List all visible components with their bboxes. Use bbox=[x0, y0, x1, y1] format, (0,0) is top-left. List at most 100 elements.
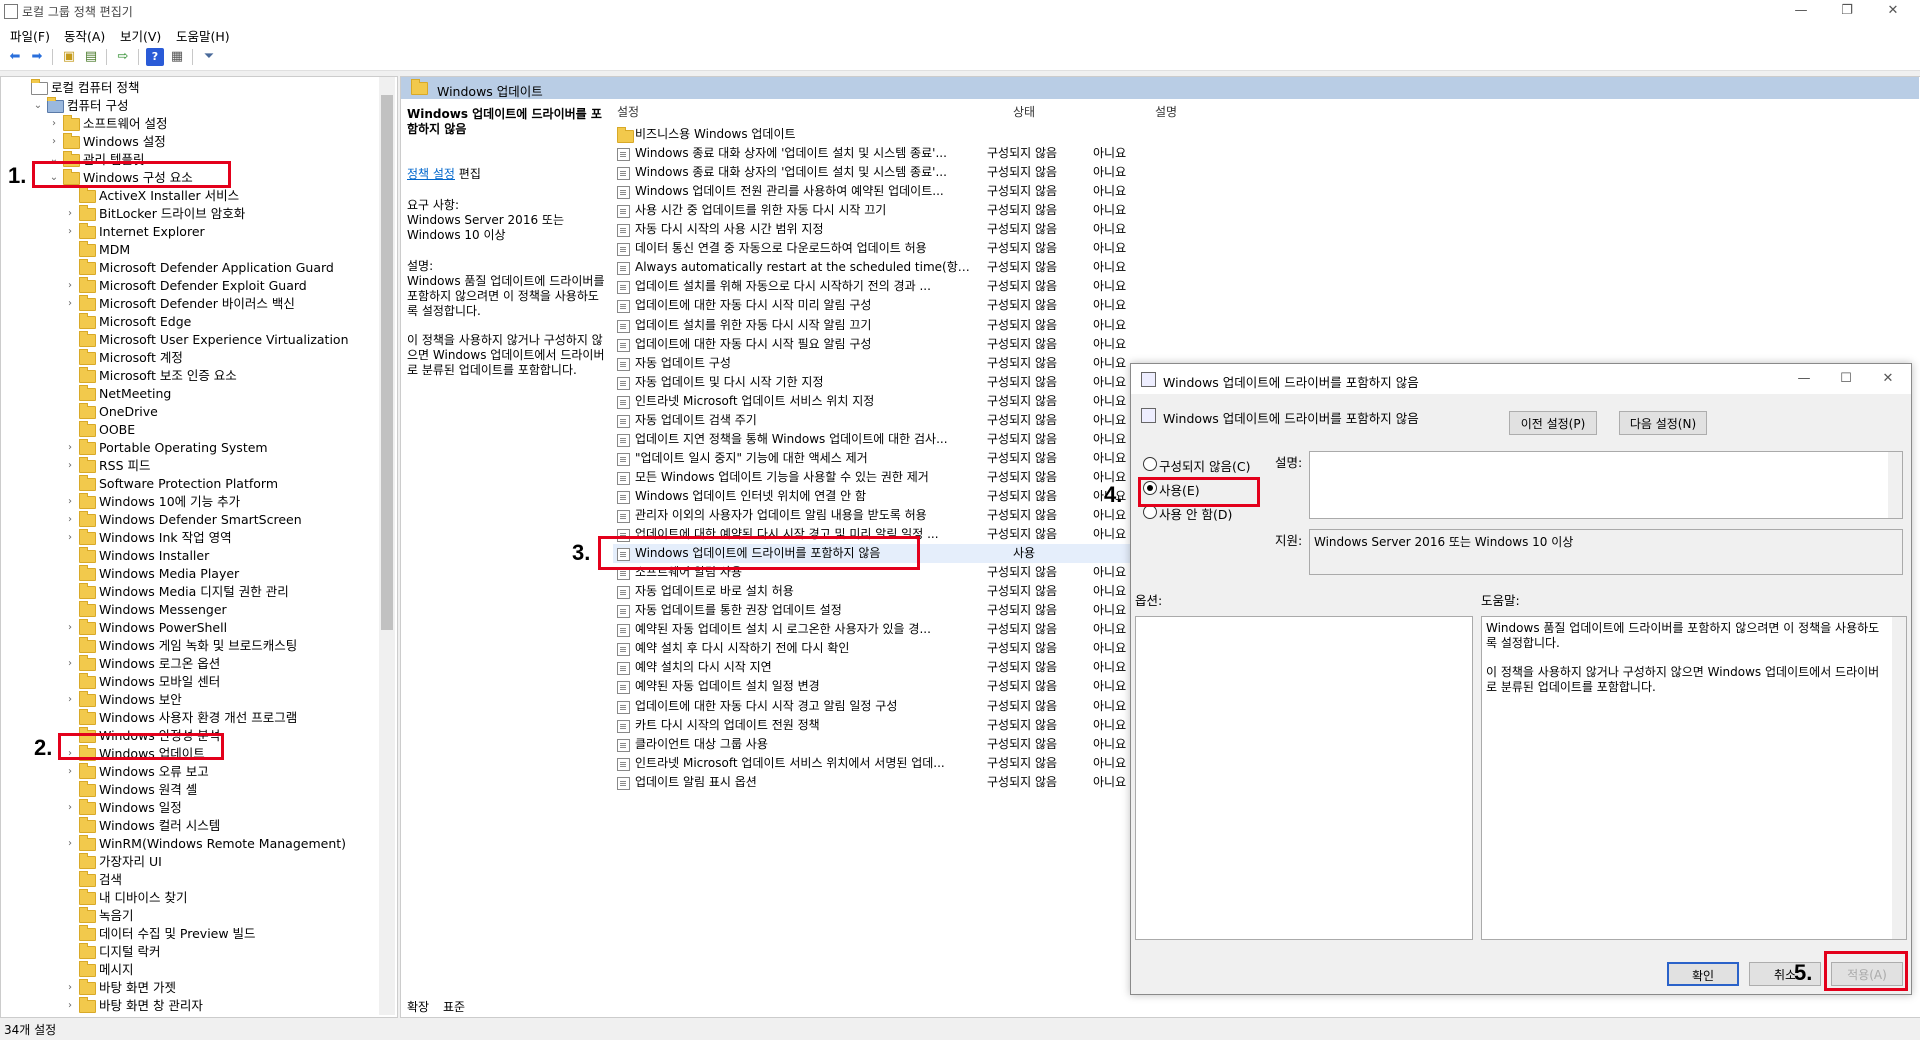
menu-action[interactable]: 동작(A) bbox=[64, 26, 105, 45]
tab-extended[interactable]: 확장 bbox=[407, 998, 429, 1015]
prev-setting-button[interactable]: 이전 설정(P) bbox=[1509, 411, 1597, 435]
tree-item-label: Windows 오류 보고 bbox=[99, 764, 209, 779]
expand-chevron-icon[interactable]: › bbox=[65, 205, 75, 223]
policy-row[interactable]: 자동 다시 시작의 사용 시간 범위 지정 구성되지 않음 아니요 bbox=[613, 220, 1713, 239]
expand-chevron-icon[interactable]: › bbox=[65, 529, 75, 547]
policy-comment: 아니요 bbox=[1093, 393, 1127, 408]
policy-state: 구성되지 않음 bbox=[987, 584, 1058, 599]
expand-chevron-icon[interactable]: › bbox=[65, 277, 75, 295]
expand-chevron-icon[interactable]: › bbox=[65, 493, 75, 511]
expand-chevron-icon[interactable]: › bbox=[65, 619, 75, 637]
folder-icon bbox=[63, 133, 80, 149]
expand-chevron-icon[interactable]: › bbox=[65, 691, 75, 709]
expand-chevron-icon[interactable]: › bbox=[65, 655, 75, 673]
tree-item-label: Internet Explorer bbox=[99, 224, 205, 239]
expand-chevron-icon[interactable]: › bbox=[65, 799, 75, 817]
menu-view[interactable]: 보기(V) bbox=[120, 26, 161, 45]
next-setting-button[interactable]: 다음 설정(N) bbox=[1619, 411, 1707, 435]
expand-chevron-icon[interactable]: › bbox=[65, 295, 75, 313]
tree-item-label: Windows 설정 bbox=[83, 134, 166, 149]
tree-item-label: Windows 게임 녹화 및 브로드캐스팅 bbox=[99, 638, 298, 653]
edit-policy-link[interactable]: 정책 설정 bbox=[407, 167, 455, 181]
dialog-close-button[interactable]: ✕ bbox=[1865, 368, 1911, 390]
comment-field[interactable] bbox=[1309, 451, 1903, 519]
expand-chevron-icon[interactable]: › bbox=[65, 997, 75, 1015]
policy-name: 자동 업데이트로 바로 설치 허용 bbox=[635, 584, 794, 599]
tree-item-label: Windows PowerShell bbox=[99, 620, 228, 635]
policy-comment: 아니요 bbox=[1093, 565, 1127, 580]
forward-icon[interactable]: ➡ bbox=[28, 48, 46, 66]
folder-icon bbox=[79, 583, 96, 599]
policy-row[interactable]: 데이터 통신 연결 중 자동으로 다운로드하여 업데이트 허용 구성되지 않음 아니… bbox=[613, 239, 1713, 258]
expand-chevron-icon[interactable]: › bbox=[65, 835, 75, 853]
back-icon[interactable]: ⬅ bbox=[6, 48, 24, 66]
radio-not-configured[interactable] bbox=[1143, 457, 1157, 471]
folder-icon bbox=[79, 871, 96, 887]
policy-state: 구성되지 않음 bbox=[987, 565, 1058, 580]
export-list-icon[interactable]: ⇨ bbox=[114, 48, 132, 66]
policy-row[interactable]: 업데이트 설치를 위한 자동 다시 시작 알림 끄기 구성되지 않음 아니요 bbox=[613, 316, 1713, 335]
policy-row[interactable]: 업데이트에 대한 자동 다시 시작 필요 알림 구성 구성되지 않음 아니요 bbox=[613, 335, 1713, 354]
policy-row[interactable]: 업데이트에 대한 자동 다시 시작 미리 알림 구성 구성되지 않음 아니요 bbox=[613, 296, 1713, 315]
policy-row[interactable]: Always automatically restart at the sche… bbox=[613, 258, 1713, 277]
policy-state: 구성되지 않음 bbox=[987, 603, 1058, 618]
policy-row[interactable]: 사용 시간 중 업데이트를 위한 자동 다시 시작 끄기 구성되지 않음 아니요 bbox=[613, 201, 1713, 220]
policy-comment: 아니요 bbox=[1093, 431, 1127, 446]
tree-item-label: Windows 일정 bbox=[99, 800, 182, 815]
tab-standard[interactable]: 표준 bbox=[443, 998, 465, 1015]
policy-comment: 아니요 bbox=[1093, 336, 1127, 351]
policy-row[interactable]: Windows 종료 대화 상자에 '업데이트 설치 및 시스템 종료'... 구… bbox=[613, 144, 1713, 163]
expand-chevron-icon[interactable]: › bbox=[65, 511, 75, 529]
policy-comment: 아니요 bbox=[1093, 508, 1127, 522]
expand-chevron-icon[interactable]: › bbox=[65, 457, 75, 475]
expand-chevron-icon[interactable]: › bbox=[49, 133, 59, 151]
policy-icon bbox=[617, 719, 630, 733]
expand-chevron-icon[interactable]: › bbox=[65, 439, 75, 457]
filter-icon[interactable]: ⏷ bbox=[200, 48, 218, 66]
policy-comment: 아니요 bbox=[1093, 584, 1127, 599]
tree-item-label: Windows 사용자 환경 개선 프로그램 bbox=[99, 710, 298, 725]
tree-scroll-thumb[interactable] bbox=[381, 95, 393, 630]
ok-button[interactable]: 확인 bbox=[1667, 962, 1739, 986]
policy-icon bbox=[617, 700, 630, 714]
expand-chevron-icon[interactable]: › bbox=[65, 223, 75, 241]
policy-name: Windows 업데이트 전원 관리를 사용하여 예약된 업데이트... bbox=[635, 184, 944, 199]
tree-item-label: 데이터 수집 및 Preview 빌드 bbox=[99, 926, 256, 941]
menu-file[interactable]: 파일(F) bbox=[10, 26, 50, 45]
policy-row[interactable]: Windows 업데이트 전원 관리를 사용하여 예약된 업데이트... 구성되지… bbox=[613, 182, 1713, 201]
menu-help[interactable]: 도움말(H) bbox=[176, 26, 230, 45]
supported-field: Windows Server 2016 또는 Windows 10 이상 bbox=[1309, 529, 1903, 575]
expand-chevron-icon[interactable]: › bbox=[65, 979, 75, 997]
help-label: 도움말: bbox=[1481, 593, 1520, 608]
policy-state: 구성되지 않음 bbox=[987, 222, 1058, 237]
help-icon[interactable]: ? bbox=[146, 48, 164, 66]
policy-name: 업데이트에 대한 자동 다시 시작 미리 알림 구성 bbox=[635, 298, 872, 313]
show-hide-tree-icon[interactable]: ▤ bbox=[82, 48, 100, 66]
policy-state: 구성되지 않음 bbox=[987, 184, 1058, 199]
minimize-button[interactable]: — bbox=[1778, 0, 1824, 22]
collapse-chevron-icon[interactable]: ⌄ bbox=[33, 97, 43, 115]
folder-icon bbox=[411, 79, 428, 95]
dialog-minimize-button[interactable]: — bbox=[1781, 368, 1827, 390]
col-comment[interactable]: 설명 bbox=[1155, 103, 1177, 120]
policy-name: 업데이트 알림 표시 옵션 bbox=[635, 774, 757, 789]
folder-icon bbox=[79, 313, 96, 329]
expand-chevron-icon[interactable]: › bbox=[65, 763, 75, 781]
col-setting[interactable]: 설정 bbox=[617, 103, 639, 120]
policy-row[interactable]: Windows 종료 대화 상자의 '업데이트 설치 및 시스템 종료'... 구… bbox=[613, 163, 1713, 182]
tree-item-label: Microsoft Defender Application Guard bbox=[99, 260, 334, 275]
folder-icon bbox=[79, 547, 96, 563]
close-button[interactable]: ✕ bbox=[1870, 0, 1916, 22]
policy-row[interactable]: 업데이트 설치를 위해 자동으로 다시 시작하기 전의 경과 ... 구성되지 않… bbox=[613, 277, 1713, 296]
folder-row[interactable]: 비즈니스용 Windows 업데이트 bbox=[613, 125, 1713, 144]
dialog-maximize-button[interactable]: ☐ bbox=[1823, 368, 1869, 390]
col-state[interactable]: 상태 bbox=[1013, 103, 1035, 120]
edit-suffix: 편집 bbox=[454, 167, 481, 181]
expand-chevron-icon[interactable]: › bbox=[49, 115, 59, 133]
folder-icon bbox=[79, 889, 96, 905]
maximize-button[interactable]: ❐ bbox=[1824, 0, 1870, 22]
properties-icon[interactable]: ▦ bbox=[168, 48, 186, 66]
radio-disabled[interactable] bbox=[1143, 505, 1157, 519]
folder-icon bbox=[79, 349, 96, 365]
up-folder-icon[interactable]: ▣ bbox=[60, 48, 78, 66]
